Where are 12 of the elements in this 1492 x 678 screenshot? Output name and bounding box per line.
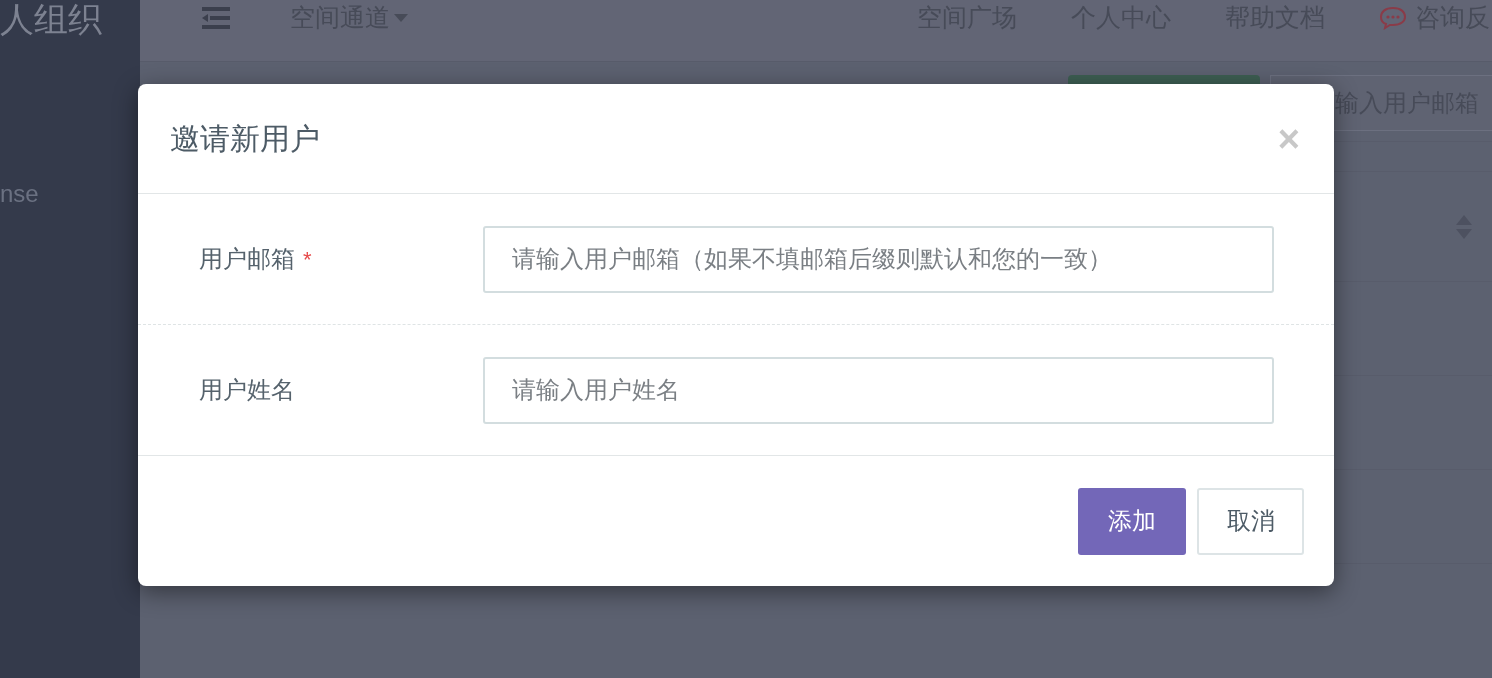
dialog-title: 邀请新用户 bbox=[170, 121, 320, 157]
sidebar-title: 人组织 bbox=[0, 2, 103, 36]
menu-icon[interactable] bbox=[202, 6, 230, 29]
field-label: 用户邮箱 * bbox=[199, 241, 483, 277]
chat-icon bbox=[1379, 5, 1407, 30]
field-label: 用户姓名 bbox=[199, 375, 296, 405]
cancel-button[interactable]: 取消 bbox=[1197, 487, 1304, 555]
input-field[interactable]: 请输入用户姓名 bbox=[483, 356, 1274, 424]
input-field[interactable]: 请输入用户邮箱（如果不填邮箱后缀则默认和您的一致） bbox=[483, 225, 1274, 293]
add-button[interactable]: 添加 bbox=[1078, 487, 1186, 555]
required-mark: * bbox=[303, 245, 312, 274]
caret-icon bbox=[394, 13, 408, 22]
